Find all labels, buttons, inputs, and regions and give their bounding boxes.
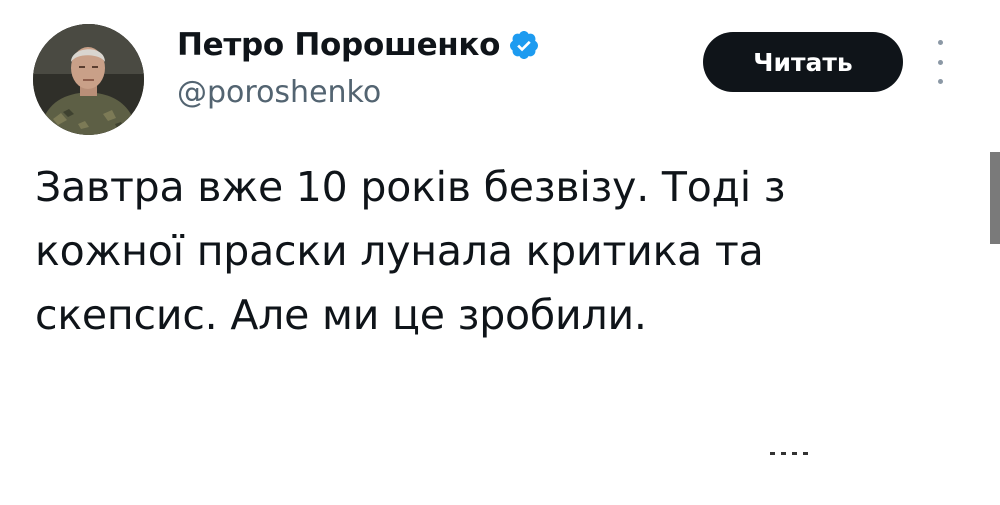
more-dot [937, 59, 943, 65]
follow-button[interactable]: Читать [703, 32, 903, 92]
bottom-divider-mark [770, 452, 808, 455]
author-name[interactable]: Петро Порошенко [177, 27, 540, 63]
tweet-text-line: кожної праски лунала критика та [35, 227, 764, 275]
profile-photo-avatar [33, 24, 144, 135]
author-name-text[interactable]: Петро Порошенко [177, 27, 500, 63]
more-options-icon[interactable] [928, 40, 952, 84]
more-dot [937, 79, 943, 84]
tweet-text-line: скепсис. Але ми це зробили. [35, 291, 647, 339]
tweet-text: Завтра вже 10 років безвізу. Тоді з кожн… [35, 155, 935, 347]
avatar[interactable] [33, 24, 144, 135]
scrollbar-thumb[interactable] [990, 152, 1000, 244]
more-dot [937, 40, 943, 45]
tweet-text-line: Завтра вже 10 років безвізу. Тоді з [35, 163, 786, 211]
verified-badge-icon [508, 29, 540, 61]
author-handle[interactable]: @poroshenko [177, 75, 381, 110]
